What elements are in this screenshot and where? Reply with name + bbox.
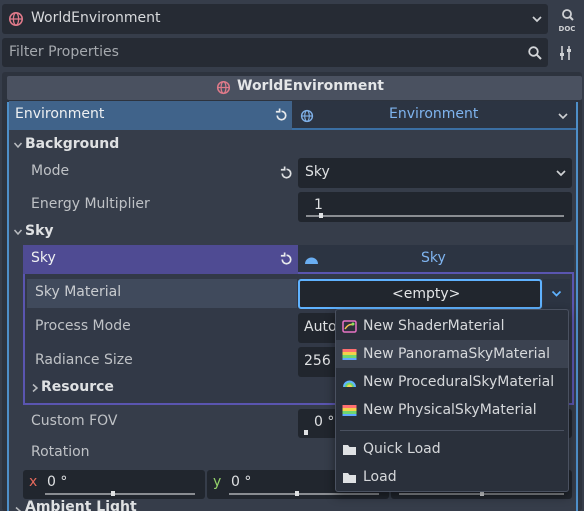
menu-item-quick-load[interactable]: Quick Load xyxy=(336,435,568,463)
section-title-sky[interactable]: Sky xyxy=(25,223,54,239)
collapse-arrow-icon[interactable] xyxy=(13,140,23,150)
menu-separator xyxy=(340,430,564,431)
sky-icon xyxy=(305,257,318,264)
mode-value: Sky xyxy=(305,164,330,180)
folder-icon xyxy=(343,472,356,483)
filter-input[interactable]: Filter Properties xyxy=(9,44,119,60)
expand-arrow-icon[interactable] xyxy=(13,506,23,511)
menu-item-new-panorama-sky-material[interactable]: New PanoramaSkyMaterial xyxy=(336,340,568,368)
axis-y-label: y xyxy=(213,474,222,490)
inspector-header: WorldEnvironment xyxy=(7,76,582,100)
energy-slider-track[interactable] xyxy=(306,215,564,217)
menu-item-load[interactable]: Load xyxy=(336,463,568,491)
menu-item-label: Load xyxy=(363,469,397,485)
menu-item-label: New PanoramaSkyMaterial xyxy=(363,346,551,362)
shader-material-icon xyxy=(342,319,357,333)
environment-resource-name: Environment xyxy=(389,106,479,122)
filter-bar[interactable]: Filter Properties xyxy=(2,38,548,67)
energy-multiplier-value: 1 xyxy=(314,197,323,213)
docs-icon: DOC xyxy=(559,9,576,33)
docs-button[interactable]: DOC xyxy=(554,6,580,34)
rotation-x-slider-knob[interactable] xyxy=(111,491,115,496)
revert-icon[interactable] xyxy=(279,252,294,267)
revert-icon[interactable] xyxy=(274,108,289,123)
search-icon xyxy=(528,46,542,60)
chevron-down-icon[interactable] xyxy=(531,14,543,24)
inspector-title: WorldEnvironment xyxy=(237,78,384,94)
node-selector[interactable]: WorldEnvironment xyxy=(2,4,548,34)
folder-icon xyxy=(343,444,356,455)
settings-sliders-icon[interactable] xyxy=(557,44,575,62)
environment-property-label[interactable]: Environment xyxy=(9,101,292,130)
menu-item-label: New PhysicalSkyMaterial xyxy=(363,402,537,418)
rotation-x-slider-track[interactable] xyxy=(45,493,195,495)
mode-label: Mode xyxy=(31,163,70,179)
sky-material-row[interactable]: Sky Material xyxy=(27,279,297,308)
menu-item-new-procedural-sky-material[interactable]: New ProceduralSkyMaterial xyxy=(336,368,568,396)
axis-x-label: x xyxy=(29,474,38,490)
sky-material-popup-menu: New ShaderMaterial New PanoramaSkyMateri… xyxy=(335,309,569,492)
custom-fov-value: 0 ° xyxy=(314,414,335,430)
radiance-size-value: 256 xyxy=(304,353,331,369)
world-environment-icon xyxy=(216,80,231,95)
environment-label: Environment xyxy=(15,106,105,122)
rotation-y-slider-knob[interactable] xyxy=(295,491,299,496)
custom-fov-label: Custom FOV xyxy=(31,413,118,429)
procedural-sky-icon xyxy=(343,380,356,387)
chevron-down-icon[interactable] xyxy=(558,112,568,120)
panorama-sky-icon xyxy=(342,348,357,360)
sky-resource-picker[interactable]: Sky xyxy=(298,245,574,274)
energy-slider-knob[interactable] xyxy=(318,213,323,218)
rotation-label: Rotation xyxy=(31,444,90,460)
world-environment-icon xyxy=(9,12,23,26)
svg-text:DOC: DOC xyxy=(559,25,576,33)
sky-material-menu-button[interactable] xyxy=(543,279,570,309)
sky-material-label: Sky Material xyxy=(35,284,122,300)
rotation-y-slider-track[interactable] xyxy=(229,493,379,495)
section-title-ambient-light[interactable]: Ambient Light xyxy=(25,499,137,511)
energy-multiplier-label: Energy Multiplier xyxy=(31,196,150,212)
menu-item-new-physical-sky-material[interactable]: New PhysicalSkyMaterial xyxy=(336,396,568,424)
process-mode-label: Process Mode xyxy=(35,318,131,334)
menu-item-label: Quick Load xyxy=(363,441,441,457)
expand-arrow-icon[interactable] xyxy=(31,383,39,393)
menu-item-label: New ShaderMaterial xyxy=(363,318,505,334)
sky-property-label[interactable]: Sky xyxy=(23,245,298,274)
section-title-background[interactable]: Background xyxy=(25,136,119,152)
rotation-x-value: 0 ° xyxy=(47,474,68,490)
sky-label: Sky xyxy=(31,250,56,266)
environment-icon xyxy=(300,109,314,123)
node-name: WorldEnvironment xyxy=(31,10,161,26)
process-mode-value: Auto xyxy=(304,319,337,335)
physical-sky-icon xyxy=(342,404,357,416)
energy-multiplier-field[interactable]: 1 xyxy=(298,192,572,222)
chevron-down-icon xyxy=(551,290,562,297)
revert-icon[interactable] xyxy=(279,166,294,181)
collapse-arrow-icon[interactable] xyxy=(13,227,23,237)
radiance-size-label: Radiance Size xyxy=(35,352,133,368)
mode-dropdown[interactable]: Sky xyxy=(298,158,572,188)
sky-material-picker[interactable]: <empty> xyxy=(298,279,542,309)
menu-item-label: New ProceduralSkyMaterial xyxy=(363,374,555,390)
rotation-y-value: 0 ° xyxy=(231,474,252,490)
resource-group-label[interactable]: Resource xyxy=(41,379,114,395)
chevron-down-icon xyxy=(556,170,566,177)
rotation-x-field[interactable]: x 0 ° xyxy=(23,470,205,499)
custom-fov-slider-knob[interactable] xyxy=(304,430,308,435)
environment-resource-picker[interactable]: Environment xyxy=(292,101,576,130)
sky-resource-name: Sky xyxy=(421,250,446,266)
sky-material-value: <empty> xyxy=(392,286,461,302)
menu-item-new-shader-material[interactable]: New ShaderMaterial xyxy=(336,312,568,340)
